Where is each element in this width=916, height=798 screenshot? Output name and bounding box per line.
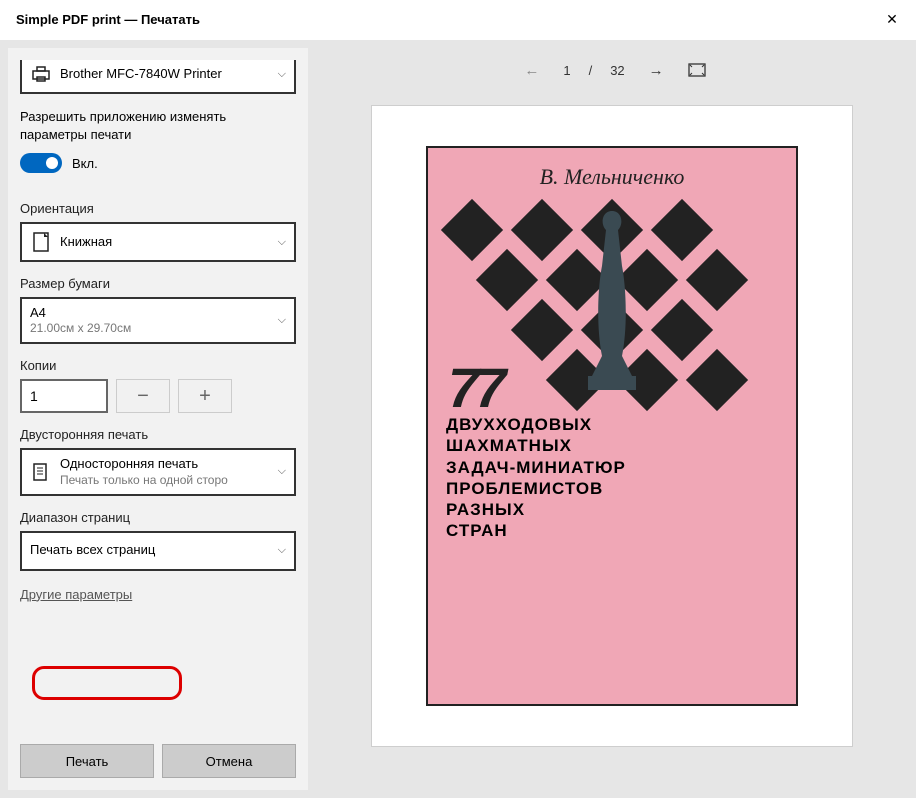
window-title: Simple PDF print — Печатать <box>16 12 200 27</box>
preview-area: В. Мельниченко <box>316 92 908 790</box>
cover-number: 77 <box>448 360 502 416</box>
settings-panel: Brother MFC-7840W Printer ⌵ Разрешить пр… <box>8 48 308 790</box>
single-side-icon <box>30 461 52 483</box>
page-range-value: Печать всех страниц <box>30 542 272 558</box>
chevron-down-icon: ⌵ <box>278 465 286 478</box>
prev-page-button[interactable]: ← <box>518 58 545 83</box>
titlebar: Simple PDF print — Печатать ✕ <box>0 0 916 40</box>
book-cover: В. Мельниченко <box>426 146 798 706</box>
page-total: 32 <box>610 63 624 78</box>
page-range-label: Диапазон страниц <box>20 510 296 525</box>
chevron-down-icon: ⌵ <box>278 236 286 249</box>
footer-buttons: Печать Отмена <box>20 728 296 778</box>
orientation-value: Книжная <box>60 234 272 250</box>
chevron-down-icon: ⌵ <box>278 314 286 327</box>
printer-icon <box>30 63 52 85</box>
page-current: 1 <box>563 63 570 78</box>
cancel-button[interactable]: Отмена <box>162 744 296 778</box>
preview-pane: ← 1 / 32 → В. Мельниченко <box>316 48 908 790</box>
duplex-label: Двусторонняя печать <box>20 427 296 442</box>
printer-name: Brother MFC-7840W Printer <box>60 66 272 82</box>
allow-app-toggle-row: Вкл. <box>20 153 296 173</box>
page-navigator: ← 1 / 32 → <box>316 48 908 92</box>
page-range-select[interactable]: Печать всех страниц ⌵ <box>20 531 296 571</box>
copies-row: − + <box>20 379 296 413</box>
paper-size-value: A4 21.00см x 29.70см <box>30 305 272 336</box>
page-sep: / <box>589 63 593 78</box>
orientation-select[interactable]: Книжная ⌵ <box>20 222 296 262</box>
fit-page-button[interactable] <box>688 63 706 77</box>
cover-subtitle: ДВУХХОДОВЫХ ШАХМАТНЫХ ЗАДАЧ-МИНИАТЮР ПРО… <box>440 414 784 542</box>
portrait-icon <box>30 231 52 253</box>
next-page-button[interactable]: → <box>643 58 670 83</box>
preview-page: В. Мельниченко <box>372 106 852 746</box>
settings-scroll: Brother MFC-7840W Printer ⌵ Разрешить пр… <box>20 60 296 728</box>
chess-piece-icon <box>582 206 642 396</box>
allow-app-state: Вкл. <box>72 156 98 171</box>
paper-size-select[interactable]: A4 21.00см x 29.70см ⌵ <box>20 297 296 344</box>
dialog-body: Brother MFC-7840W Printer ⌵ Разрешить пр… <box>0 40 916 798</box>
allow-app-label: Разрешить приложению изменять параметры … <box>20 108 296 143</box>
copies-label: Копии <box>20 358 296 373</box>
duplex-select[interactable]: Односторонняя печать Печать только на од… <box>20 448 296 495</box>
cover-author: В. Мельниченко <box>440 164 784 190</box>
allow-app-toggle[interactable] <box>20 153 62 173</box>
copies-increment[interactable]: + <box>178 379 232 413</box>
copies-decrement[interactable]: − <box>116 379 170 413</box>
print-button[interactable]: Печать <box>20 744 154 778</box>
orientation-label: Ориентация <box>20 201 296 216</box>
duplex-sub: Печать только на одной сторо <box>60 473 272 488</box>
duplex-main: Односторонняя печать <box>60 456 198 471</box>
print-dialog: Simple PDF print — Печатать ✕ Brother MF… <box>0 0 916 798</box>
duplex-value: Односторонняя печать Печать только на од… <box>60 456 272 487</box>
other-parameters-link[interactable]: Другие параметры <box>20 587 296 602</box>
cover-art: 77 <box>440 198 784 408</box>
copies-input[interactable] <box>20 379 108 413</box>
paper-size-sub: 21.00см x 29.70см <box>30 321 272 336</box>
paper-size-label: Размер бумаги <box>20 276 296 291</box>
paper-size-main: A4 <box>30 305 46 320</box>
chevron-down-icon: ⌵ <box>278 68 286 81</box>
printer-select[interactable]: Brother MFC-7840W Printer ⌵ <box>20 60 296 94</box>
close-button[interactable]: ✕ <box>868 0 916 40</box>
chevron-down-icon: ⌵ <box>278 544 286 557</box>
